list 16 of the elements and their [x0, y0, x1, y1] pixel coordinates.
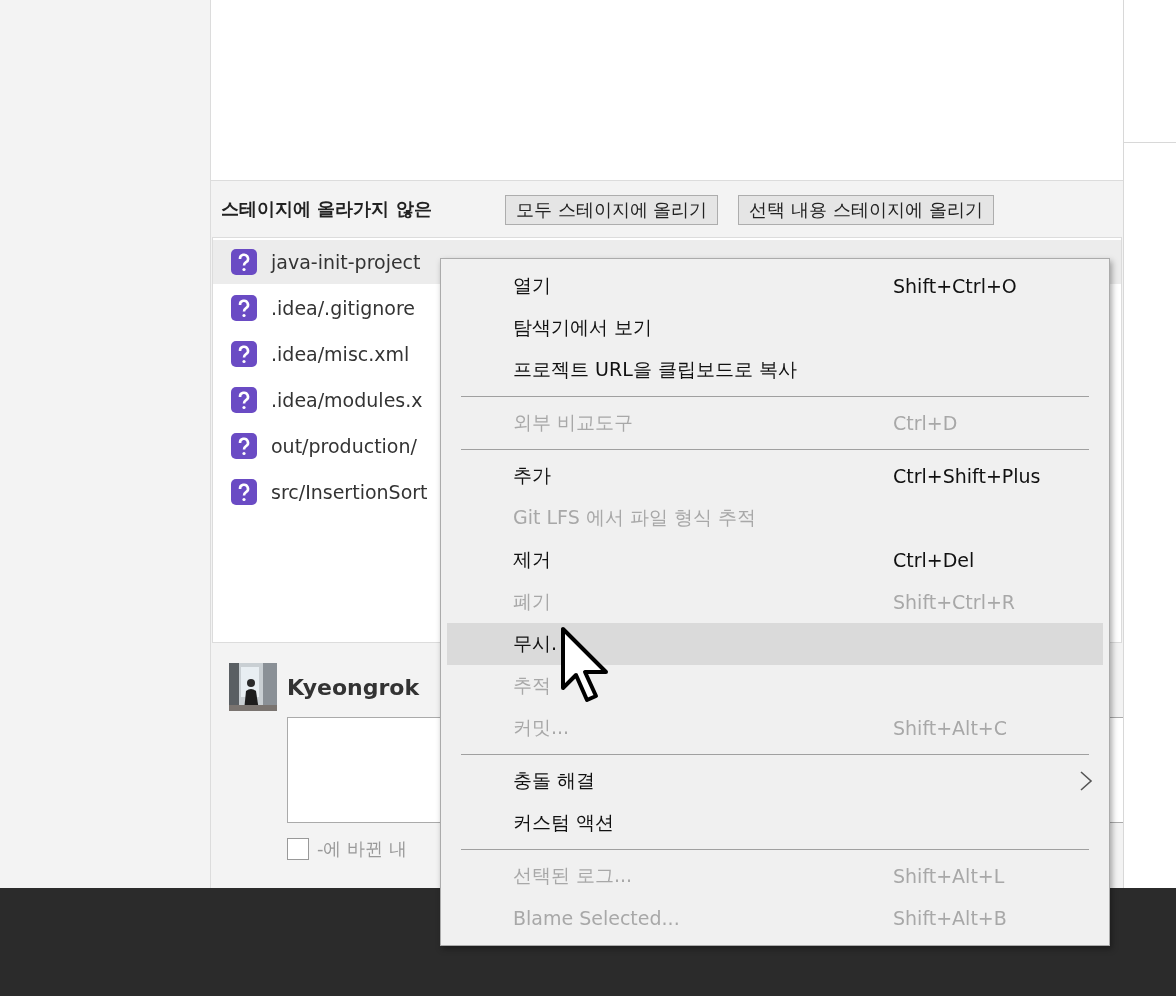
shortcut-label: Shift+Ctrl+R	[893, 591, 1017, 613]
author-name: Kyeongrok	[287, 674, 420, 700]
file-name: java-init-project	[271, 251, 421, 273]
file-name: src/InsertionSort	[271, 481, 428, 503]
file-name: .idea/.gitignore	[271, 297, 416, 319]
shortcut-label: Ctrl+Shift+Plus	[893, 465, 1042, 487]
shortcut-label: Ctrl+D	[893, 412, 959, 434]
file-name: out/production/	[271, 435, 417, 457]
shortcut-label: Ctrl+Del	[893, 549, 976, 571]
shortcut-label: Shift+Alt+C	[893, 717, 1009, 739]
file-name: .idea/misc.xml	[271, 343, 410, 365]
shortcut-label: Shift+Alt+B	[893, 907, 1008, 929]
shortcut-label: Shift+Alt+L	[893, 865, 1006, 887]
file-name: .idea/modules.x	[271, 389, 423, 411]
checkbox-label: -에 바뀐 내	[317, 837, 407, 861]
section-label: 스테이지에 올라가지 않은	[221, 197, 432, 221]
